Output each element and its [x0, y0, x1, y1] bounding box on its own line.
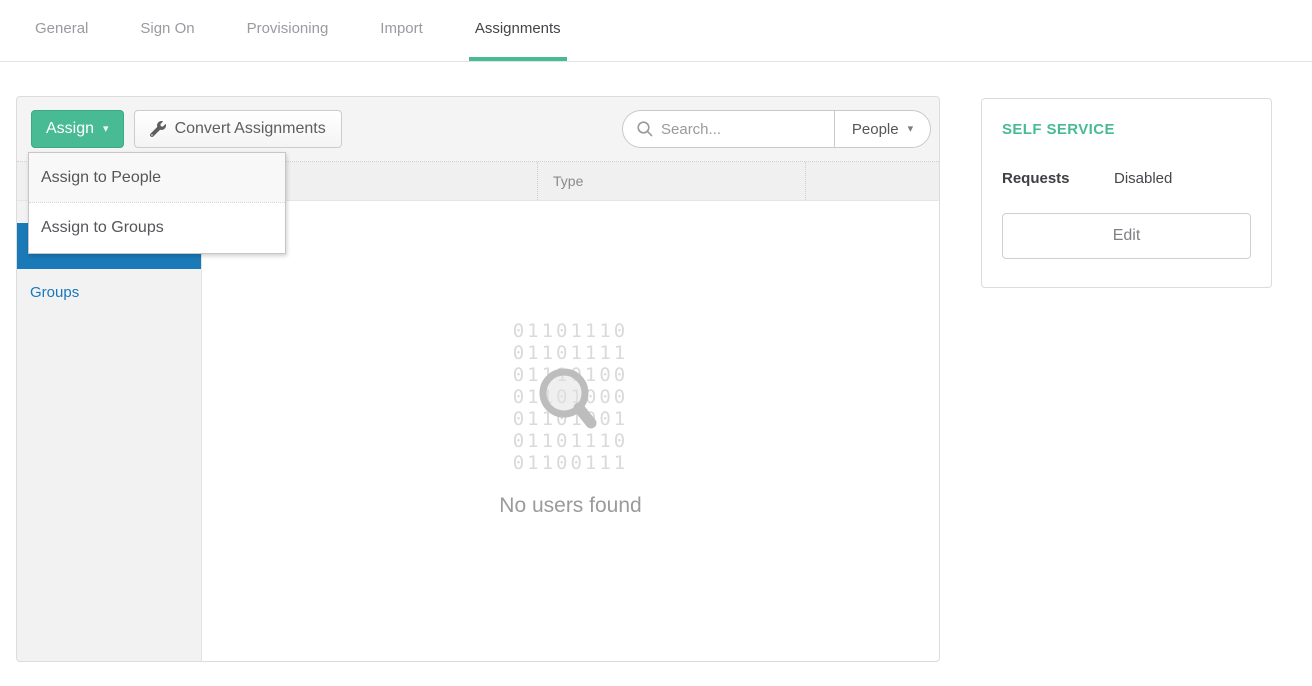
assign-menu-item-groups[interactable]: Assign to Groups: [29, 203, 285, 253]
tab-bar: General Sign On Provisioning Import Assi…: [0, 0, 1312, 62]
binary-row: 01100111: [513, 452, 629, 474]
table-body: People Groups 01101110 01101111 01110100…: [17, 201, 939, 661]
column-header-actions: [805, 162, 939, 200]
assign-menu: Assign to People Assign to Groups: [28, 152, 286, 254]
search-scope-dropdown[interactable]: People ▾: [834, 110, 931, 148]
empty-message: No users found: [499, 494, 641, 518]
convert-assignments-label: Convert Assignments: [175, 120, 326, 138]
magnifier-icon: [537, 366, 601, 439]
requests-label: Requests: [1002, 170, 1114, 187]
search-group: People ▾: [622, 110, 931, 148]
tab-general[interactable]: General: [35, 20, 88, 61]
binary-row: 01101111: [513, 342, 629, 364]
search-input[interactable]: [661, 121, 821, 138]
tab-import[interactable]: Import: [380, 20, 423, 61]
tab-assignments[interactable]: Assignments: [475, 20, 561, 61]
page: General Sign On Provisioning Import Assi…: [0, 0, 1312, 686]
assign-menu-item-people[interactable]: Assign to People: [29, 153, 285, 203]
search-input-wrapper: [622, 110, 834, 148]
sidebar-item-groups[interactable]: Groups: [17, 269, 201, 315]
convert-assignments-button[interactable]: Convert Assignments: [134, 110, 342, 148]
requests-row: Requests Disabled: [1002, 170, 1251, 187]
search-scope-value: People: [852, 121, 899, 138]
empty-state: 01101110 01101111 01110100 01101000 0110…: [202, 201, 939, 661]
tab-sign-on[interactable]: Sign On: [140, 20, 194, 61]
wrench-icon: [150, 121, 166, 137]
requests-value: Disabled: [1114, 170, 1172, 187]
self-service-panel: SELF SERVICE Requests Disabled Edit: [981, 98, 1272, 288]
binary-art: 01101110 01101111 01110100 01101000 0110…: [513, 320, 629, 474]
column-header-type: Type: [537, 162, 805, 200]
tab-provisioning[interactable]: Provisioning: [247, 20, 329, 61]
filter-sidebar: People Groups: [17, 201, 202, 661]
assign-button[interactable]: Assign ▾: [31, 110, 124, 148]
assign-button-label: Assign: [46, 120, 94, 138]
search-icon: [636, 120, 654, 138]
edit-button[interactable]: Edit: [1002, 213, 1251, 259]
binary-row: 01101110: [513, 320, 629, 342]
self-service-title: SELF SERVICE: [1002, 121, 1251, 138]
chevron-down-icon: ▾: [103, 124, 109, 135]
chevron-down-icon: ▾: [908, 124, 914, 135]
